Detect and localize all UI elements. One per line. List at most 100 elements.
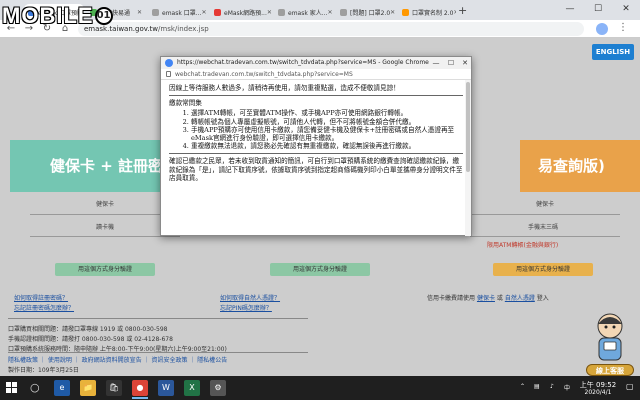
divider xyxy=(169,153,463,155)
update-date: 製作日期：109年3月25日 xyxy=(8,367,79,374)
credit-info-prefix: 信用卡繳費請使用 xyxy=(427,295,476,302)
tab-close-icon[interactable]: ✕ xyxy=(453,9,456,16)
info-line-phone: 手機認證相關問題：請撥打 0800-030-598 或 02-4128-678 xyxy=(8,336,173,343)
popup-titlebar: https://webchat.tradevan.com.tw/switch_t… xyxy=(161,57,471,69)
field-line[interactable] xyxy=(30,236,180,237)
credit-card-info: 信用卡繳費請使用 健保卡 或 自然人憑證 登入 xyxy=(427,293,549,302)
chrome-favicon-icon xyxy=(165,59,173,67)
tab-close-icon[interactable]: ✕ xyxy=(327,9,332,16)
link-health-card[interactable]: 健保卡 xyxy=(477,295,495,302)
divider xyxy=(8,352,308,353)
input-method-icon[interactable]: 中 xyxy=(564,383,570,392)
auth-button-quick[interactable]: 用這個方式身分驗證 xyxy=(493,263,593,276)
url-path: /msk/index.jsp xyxy=(158,25,209,33)
link-get-certificate[interactable]: 如何取得自然人憑證？ xyxy=(220,293,280,302)
link-citizen-cert[interactable]: 自然人憑證 xyxy=(505,295,535,302)
menu-dots-icon[interactable]: ⋮ xyxy=(618,22,628,33)
banner-health-card: 健保卡 + 註冊密碼 xyxy=(10,140,180,192)
taskbar-edge-icon[interactable]: e xyxy=(54,380,70,396)
tab-2[interactable]: emask 口罩... ✕ xyxy=(148,4,208,20)
clock-date[interactable]: 2020/4/1 xyxy=(577,389,619,396)
tab-label: eMask網路預... xyxy=(224,9,267,17)
minimize-button[interactable]: — xyxy=(556,0,584,20)
tab-favicon-icon xyxy=(152,8,159,16)
address-bar[interactable]: emask.taiwan.gov.tw/msk/index.jsp xyxy=(78,22,584,36)
tab-close-icon[interactable]: ✕ xyxy=(201,9,206,16)
tab-favicon-icon xyxy=(214,8,221,16)
popup-window: https://webchat.tradevan.com.tw/switch_t… xyxy=(160,56,472,236)
taskbar-excel-icon[interactable]: X xyxy=(184,380,200,396)
pickup-instructions: 確認已繳款之民眾，若未收到取貨通知的簡訊，可自行到口罩預購系統的繳費查詢確認繳款… xyxy=(169,157,463,182)
tab-6[interactable]: 口罩實名制 2.0 ✕ xyxy=(398,4,456,20)
link-forgot-password[interactable]: 忘記註冊密碼怎麼辦？ xyxy=(14,303,74,312)
popup-minimize-button[interactable]: — xyxy=(429,57,443,69)
tab-close-icon[interactable]: ✕ xyxy=(267,9,272,16)
tab-label: emask 家人... xyxy=(288,9,328,17)
tab-favicon-icon xyxy=(402,8,409,16)
credit-info-mid: 或 xyxy=(496,295,503,302)
tab-label: [問題] 口罩2.0 xyxy=(350,9,391,17)
popup-scrollbar-thumb[interactable] xyxy=(466,82,470,172)
notification-icon[interactable]: ▢ xyxy=(626,382,634,391)
new-tab-button[interactable]: + xyxy=(458,4,467,18)
volume-icon[interactable]: ♪ xyxy=(550,383,554,390)
close-window-button[interactable]: ✕ xyxy=(612,0,640,20)
faq-item: 重複繳款無法退款，請您務必先確認有無重複繳款，確認無誤後再進行繳款。 xyxy=(191,142,463,150)
logo-badge: 01 xyxy=(94,7,113,25)
label-phone-last3: 手機末三碼 xyxy=(528,224,559,231)
popup-title-text: https://webchat.tradevan.com.tw/switch_t… xyxy=(177,59,429,66)
online-support-label[interactable]: 線上客服 xyxy=(586,364,634,376)
info-line-purchase: 口罩購買相關問題：請撥口罩專線 1919 或 0800-030-598 xyxy=(8,326,168,333)
field-line[interactable] xyxy=(470,214,620,215)
field-line[interactable] xyxy=(30,214,180,215)
auth-button-health-card[interactable]: 用這個方式身分驗證 xyxy=(55,263,155,276)
tab-favicon-icon xyxy=(340,8,347,16)
auth-button-citizen-cert[interactable]: 用這個方式身分驗證 xyxy=(270,263,370,276)
popup-address-bar[interactable]: webchat.tradevan.com.tw/switch_tdvdata.p… xyxy=(161,69,471,80)
tray-chevron-icon[interactable]: ⌃ xyxy=(520,383,525,390)
faq-heading: 繳款常問集 xyxy=(169,99,202,108)
taskbar-word-icon[interactable]: W xyxy=(158,380,174,396)
popup-close-button[interactable]: ✕ xyxy=(458,57,472,69)
mascot-icon[interactable] xyxy=(590,310,630,366)
profile-avatar[interactable] xyxy=(596,23,608,35)
faq-item: 轉帳帳號為個人專屬虛擬帳號，可請他人代轉，但不可將帳號金額合併代繳。 xyxy=(191,118,463,126)
divider xyxy=(169,95,463,97)
maximize-button[interactable]: ☐ xyxy=(584,0,612,20)
taskbar-explorer-icon[interactable]: 📁 xyxy=(80,380,96,396)
taskbar-settings-icon[interactable]: ⚙ xyxy=(210,380,226,396)
search-icon[interactable]: ○ xyxy=(30,381,40,394)
lock-icon xyxy=(166,71,171,77)
atm-note: 限用ATM轉帳(金融與銀行) xyxy=(487,242,559,249)
watermark-logo: MOBILE 01 xyxy=(2,1,138,31)
tab-label: 口罩實名制 2.0 xyxy=(412,9,454,17)
label-right-card: 健保卡 xyxy=(536,201,555,208)
popup-body: 因線上等待服務人數過多，請稍待再使用，請勿重複點選，造成不便敬請見諒！ 繳款常問… xyxy=(161,80,471,185)
faq-list: 選擇ATM轉帳，可至實體ATM操作、或手機APP亦可使用網路銀行轉帳。 轉帳帳號… xyxy=(191,109,463,150)
busy-notice: 因線上等待服務人數過多，請稍待再使用，請勿重複點選，造成不便敬請見諒！ xyxy=(169,84,400,92)
windows-taskbar: ○ e 📁 🛍 ● W X ⚙ ⌃ ▤ ♪ 中 上午 09:52 2020/4/… xyxy=(0,376,640,400)
banner-quick-query: 易查詢版) xyxy=(520,140,640,192)
footer-links[interactable]: 隱私權政策 ｜ 使用說明 ｜ 政府網站資料開放宣告 ｜ 資訊安全政策 ｜ 隱私權… xyxy=(8,355,227,364)
credit-info-suffix: 登入 xyxy=(536,295,549,302)
tab-label: emask 口罩... xyxy=(162,9,202,17)
tab-close-icon[interactable]: ✕ xyxy=(390,9,395,16)
taskbar-store-icon[interactable]: 🛍 xyxy=(106,380,122,396)
faq-item: 選擇ATM轉帳，可至實體ATM操作、或手機APP亦可使用網路銀行轉帳。 xyxy=(191,109,463,117)
popup-url-text: webchat.tradevan.com.tw/switch_tdvdata.p… xyxy=(175,71,353,78)
taskbar-chrome-icon[interactable]: ● xyxy=(132,380,148,399)
tab-5[interactable]: [問題] 口罩2.0 ✕ xyxy=(336,4,396,20)
link-forgot-pin[interactable]: 忘記PIN碼怎麼辦？ xyxy=(220,303,272,312)
divider xyxy=(8,318,308,319)
faq-item: 手機APP預購亦可使用信用卡繳款，請您備妥健卡機及健保卡+註冊密碼或自然人憑證再… xyxy=(191,126,463,142)
field-line[interactable] xyxy=(470,236,620,237)
label-health-card: 健保卡 xyxy=(96,201,115,208)
windows-start-icon[interactable] xyxy=(6,382,18,394)
tab-3[interactable]: eMask網路預... ✕ xyxy=(210,4,272,20)
link-get-password[interactable]: 如何取得註冊密碼？ xyxy=(14,293,68,302)
english-button[interactable]: ENGLISH xyxy=(592,44,634,60)
popup-maximize-button[interactable]: ☐ xyxy=(444,57,458,69)
tab-4[interactable]: emask 家人... ✕ xyxy=(274,4,334,20)
label-card-reader: 讀卡機 xyxy=(96,224,115,231)
network-icon[interactable]: ▤ xyxy=(534,383,540,390)
